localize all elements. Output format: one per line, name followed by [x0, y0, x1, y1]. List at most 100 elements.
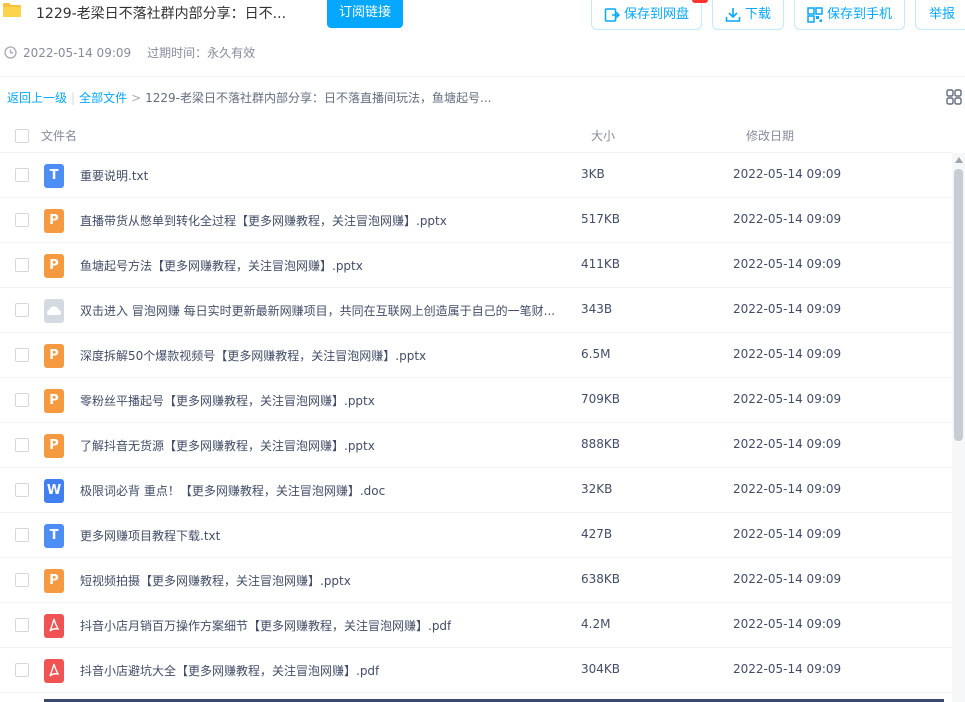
file-date: 2022-05-14 09:09 [733, 212, 842, 226]
download-icon [725, 7, 741, 22]
grid-view-icon[interactable] [946, 89, 962, 105]
scroll-thumb[interactable] [954, 169, 963, 441]
file-size: 638KB [581, 572, 621, 586]
file-name[interactable]: 直播带货从憋单到转化全过程【更多网赚教程，关注冒泡网赚】.pptx [80, 212, 447, 229]
row-checkbox[interactable] [15, 213, 29, 227]
file-date: 2022-05-14 09:09 [733, 437, 842, 451]
back-link[interactable]: 返回上一级 [7, 89, 67, 106]
column-size[interactable]: 大小 [591, 127, 615, 144]
new-badge [692, 0, 708, 3]
subscribe-link-button[interactable]: 订阅链接 [327, 0, 403, 28]
pdf-file-icon [44, 659, 64, 683]
ppt-file-icon: P [44, 209, 64, 233]
table-row[interactable]: T 更多网赚项目教程下载.txt 427B 2022-05-14 09:09 [0, 513, 952, 558]
row-checkbox[interactable] [15, 438, 29, 452]
file-size: 427B [581, 527, 613, 541]
save-to-phone-label: 保存到手机 [826, 6, 892, 22]
file-name[interactable]: 深度拆解50个爆款视频号【更多网赚教程，关注冒泡网赚】.pptx [80, 347, 426, 364]
breadcrumb-separator: > [131, 90, 142, 105]
file-date: 2022-05-14 09:09 [733, 572, 842, 586]
scrollbar[interactable] [952, 153, 965, 702]
file-date: 2022-05-14 09:09 [733, 482, 842, 496]
row-checkbox[interactable] [15, 393, 29, 407]
file-date: 2022-05-14 09:09 [733, 167, 842, 181]
file-size: 411KB [581, 257, 621, 271]
row-checkbox[interactable] [15, 483, 29, 497]
row-checkbox[interactable] [15, 573, 29, 587]
save-to-phone-button[interactable]: 保存到手机 [794, 0, 905, 30]
scroll-up-arrow[interactable] [955, 157, 963, 163]
breadcrumb-current: 1229-老梁日不落社群内部分享：日不落直播间玩法，鱼塘起号... [145, 91, 492, 105]
file-name[interactable]: 短视频拍摄【更多网赚教程，关注冒泡网赚】.pptx [80, 572, 351, 589]
ppt-file-icon: P [44, 254, 64, 278]
file-name[interactable]: 重要说明.txt [80, 167, 148, 184]
folder-icon [3, 3, 21, 17]
file-name[interactable]: 抖音小店避坑大全【更多网赚教程，关注冒泡网赚】.pdf [80, 662, 379, 679]
file-list: T 重要说明.txt 3KB 2022-05-14 09:09 P 直播带货从憋单到转化全… [0, 153, 952, 693]
share-header: 1229-老梁日不落社群内部分享：日不... 订阅链接 保存到网盘 下载 保存到… [0, 0, 965, 76]
table-row[interactable]: 双击进入 冒泡网赚 每日实时更新最新网赚项目，共同在互联网上创造属于自己的一笔财… [0, 288, 952, 333]
file-date: 2022-05-14 09:09 [733, 257, 842, 271]
save-to-disk-label: 保存到网盘 [623, 6, 689, 22]
word-file-icon: W [44, 479, 64, 503]
file-name[interactable]: 零粉丝平播起号【更多网赚教程，关注冒泡网赚】.pptx [80, 392, 375, 409]
file-size: 343B [581, 302, 613, 316]
row-checkbox[interactable] [15, 258, 29, 272]
file-size: 3KB [581, 167, 605, 181]
file-date: 2022-05-14 09:09 [733, 617, 842, 631]
file-name[interactable]: 更多网赚项目教程下载.txt [80, 527, 220, 544]
file-date: 2022-05-14 09:09 [733, 527, 842, 541]
table-row[interactable]: P 鱼塘起号方法【更多网赚教程，关注冒泡网赚】.pptx 411KB 2022-05-… [0, 243, 952, 288]
file-name[interactable]: 抖音小店月销百万操作方案细节【更多网赚教程，关注冒泡网赚】.pdf [80, 617, 451, 634]
row-checkbox[interactable] [15, 303, 29, 317]
table-row[interactable]: W 极限词必背 重点！【更多网赚教程，关注冒泡网赚】.doc 32KB 2022-05… [0, 468, 952, 513]
row-checkbox[interactable] [15, 618, 29, 632]
file-date: 2022-05-14 09:09 [733, 347, 842, 361]
table-row[interactable]: P 零粉丝平播起号【更多网赚教程，关注冒泡网赚】.pptx 709KB 2022-05… [0, 378, 952, 423]
file-size: 4.2M [581, 617, 611, 631]
table-row[interactable]: P 深度拆解50个爆款视频号【更多网赚教程，关注冒泡网赚】.pptx 6.5M 202… [0, 333, 952, 378]
file-table-header: 文件名 大小 修改日期 [0, 115, 952, 153]
breadcrumb-bar: | [71, 90, 76, 105]
breadcrumb: 返回上一级 | 全部文件 > 1229-老梁日不落社群内部分享：日不落直播间玩法… [7, 89, 491, 106]
table-row[interactable]: P 直播带货从憋单到转化全过程【更多网赚教程，关注冒泡网赚】.pptx 517KB 2… [0, 198, 952, 243]
file-date: 2022-05-14 09:09 [733, 662, 842, 676]
select-all-checkbox[interactable] [15, 129, 29, 143]
table-row[interactable]: 抖音小店避坑大全【更多网赚教程，关注冒泡网赚】.pdf 304KB 2022-05-… [0, 648, 952, 693]
file-name[interactable]: 双击进入 冒泡网赚 每日实时更新最新网赚项目，共同在互联网上创造属于自己的一笔财… [80, 302, 555, 319]
file-size: 517KB [581, 212, 621, 226]
table-row[interactable]: P 短视频拍摄【更多网赚教程，关注冒泡网赚】.pptx 638KB 2022-05-1… [0, 558, 952, 603]
file-size: 304KB [581, 662, 621, 676]
save-to-disk-button[interactable]: 保存到网盘 [591, 0, 702, 30]
column-name[interactable]: 文件名 [41, 127, 77, 144]
ppt-file-icon: P [44, 389, 64, 413]
page-title: 1229-老梁日不落社群内部分享：日不... [36, 6, 287, 22]
row-checkbox[interactable] [15, 348, 29, 362]
row-checkbox[interactable] [15, 663, 29, 677]
share-date: 2022-05-14 09:09 [23, 45, 132, 60]
table-row[interactable]: T 重要说明.txt 3KB 2022-05-14 09:09 [0, 153, 952, 198]
qrcode-icon [807, 6, 823, 23]
share-meta: 2022-05-14 09:09 过期时间：永久有效 [4, 44, 255, 61]
file-date: 2022-05-14 09:09 [733, 392, 842, 406]
save-disk-icon [604, 7, 620, 22]
file-name[interactable]: 了解抖音无货源【更多网赚教程，关注冒泡网赚】.pptx [80, 437, 375, 454]
all-files-link[interactable]: 全部文件 [79, 89, 127, 106]
pdf-file-icon [44, 614, 64, 638]
cloud-file-icon [44, 299, 64, 323]
table-row[interactable]: 抖音小店月销百万操作方案细节【更多网赚教程，关注冒泡网赚】.pdf 4.2M 202… [0, 603, 952, 648]
report-button[interactable]: 举报 [915, 0, 965, 30]
row-checkbox[interactable] [15, 168, 29, 182]
download-button[interactable]: 下载 [712, 0, 784, 30]
file-name[interactable]: 极限词必背 重点！【更多网赚教程，关注冒泡网赚】.doc [80, 482, 385, 499]
table-row[interactable]: P 了解抖音无货源【更多网赚教程，关注冒泡网赚】.pptx 888KB 2022-05… [0, 423, 952, 468]
column-date[interactable]: 修改日期 [746, 127, 794, 144]
download-label: 下载 [744, 6, 771, 22]
row-checkbox[interactable] [15, 528, 29, 542]
file-size: 888KB [581, 437, 621, 451]
ppt-file-icon: P [44, 344, 64, 368]
file-size: 6.5M [581, 347, 611, 361]
header-divider [0, 76, 965, 77]
ppt-file-icon: P [44, 569, 64, 593]
file-name[interactable]: 鱼塘起号方法【更多网赚教程，关注冒泡网赚】.pptx [80, 257, 363, 274]
